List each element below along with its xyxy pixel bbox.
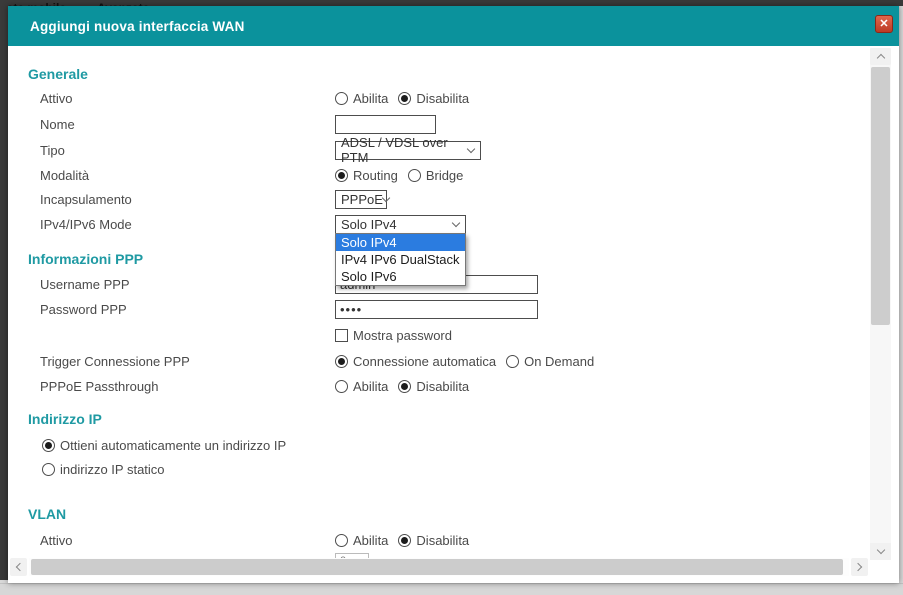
row-tipo: Tipo ADSL / VDSL over PTM (40, 135, 481, 165)
row-modalita: Modalità Routing Bridge (40, 165, 473, 185)
field-label: Attivo (40, 90, 73, 106)
radio-disabilita[interactable] (398, 91, 412, 105)
selected-value: PPPoE (341, 191, 383, 207)
radio-label: Disabilita (416, 532, 470, 548)
row-indirizzo-statico: indirizzo IP statico (42, 459, 175, 479)
close-button[interactable]: ✕ (875, 15, 893, 33)
dropdown-option-solo-ipv4[interactable]: Solo IPv4 (336, 234, 465, 251)
row-nome: Nome (40, 114, 436, 134)
field-label: Incapsulamento (40, 191, 132, 207)
row-attivo: Attivo Abilita Disabilita (40, 88, 479, 108)
radio-label: Routing (353, 167, 398, 183)
radio-bridge[interactable] (407, 168, 421, 182)
scroll-left-button[interactable] (10, 558, 27, 576)
radio-label: indirizzo IP statico (60, 461, 165, 477)
section-heading-vlan: VLAN (28, 506, 67, 522)
radio-label: Abilita (353, 90, 389, 106)
radio-disabilita[interactable] (398, 533, 412, 547)
row-ottieni-automaticamente: Ottieni automaticamente un indirizzo IP (42, 435, 296, 455)
section-heading-informazioni-ppp: Informazioni PPP (28, 251, 144, 267)
row-mostra-password: Mostra password (40, 325, 462, 345)
field-label: Trigger Connessione PPP (40, 353, 190, 369)
radio-abilita[interactable] (335, 379, 348, 393)
field-label: IPv4/IPv6 Mode (40, 216, 132, 232)
radio-abilita[interactable] (335, 533, 348, 547)
chevron-down-icon (466, 144, 476, 153)
radio-label: Abilita (353, 532, 389, 548)
selected-value: ADSL / VDSL over PTM (341, 135, 448, 165)
radio-ottieni-automaticamente[interactable] (42, 438, 55, 452)
field-label: PPPoE Passthrough (40, 378, 159, 394)
chevron-up-icon (876, 53, 885, 63)
radio-label: Bridge (425, 167, 464, 183)
background-bottom-edge (0, 583, 903, 595)
section-heading-generale: Generale (28, 66, 88, 82)
section-heading-indirizzo-ip: Indirizzo IP (28, 411, 102, 427)
radio-label: Connessione automatica (353, 353, 497, 369)
row-incapsulamento: Incapsulamento PPPoE (40, 189, 391, 209)
radio-label: On Demand (524, 353, 595, 369)
background-left-edge (0, 0, 8, 580)
radio-on-demand[interactable] (506, 354, 520, 368)
close-icon: ✕ (879, 17, 889, 30)
scroll-down-button[interactable] (870, 543, 891, 560)
chevron-down-icon (451, 218, 461, 227)
field-label: Nome (40, 116, 75, 132)
dropdown-option-dualstack[interactable]: IPv4 IPv6 DualStack (336, 251, 465, 268)
dialog-body: Generale Attivo Abilita Disabilita Nome … (8, 46, 899, 583)
radio-label: Disabilita (416, 90, 470, 106)
radio-disabilita[interactable] (398, 379, 412, 393)
ip-mode-dropdown-list: Solo IPv4 IPv4 IPv6 DualStack Solo IPv6 (335, 233, 466, 286)
chevron-right-icon (853, 562, 863, 572)
incapsulamento-select[interactable]: PPPoE (335, 189, 391, 209)
row-vlan-attivo: Attivo Abilita Disabilita (40, 530, 479, 550)
row-ipv4-ipv6-mode: IPv4/IPv6 Mode Solo IPv4 (40, 214, 466, 234)
scroll-right-button[interactable] (851, 558, 868, 576)
checkbox-label: Mostra password (353, 327, 452, 343)
ip-mode-select[interactable]: Solo IPv4 (335, 214, 466, 234)
field-label: Attivo (40, 532, 73, 548)
chevron-down-icon (876, 545, 885, 555)
vertical-scrollbar[interactable] (870, 48, 891, 560)
radio-label: Ottieni automaticamente un indirizzo IP (60, 437, 287, 453)
radio-label: Disabilita (416, 378, 470, 394)
dropdown-option-solo-ipv6[interactable]: Solo IPv6 (336, 268, 465, 285)
horizontal-scroll-thumb[interactable] (31, 559, 843, 575)
dialog-title: Aggiungi nuova interfaccia WAN (30, 18, 245, 34)
row-trigger-connessione: Trigger Connessione PPP Connessione auto… (40, 351, 604, 371)
nome-input[interactable] (335, 114, 436, 134)
show-password-checkbox[interactable] (335, 328, 348, 342)
row-pppoe-passthrough: PPPoE Passthrough Abilita Disabilita (40, 376, 479, 396)
password-ppp-input[interactable] (335, 299, 538, 319)
chevron-left-icon (15, 562, 25, 572)
add-wan-interface-dialog: Aggiungi nuova interfaccia WAN ✕ General… (8, 6, 899, 583)
radio-routing[interactable] (335, 168, 348, 182)
dialog-header: Aggiungi nuova interfaccia WAN ✕ (8, 6, 899, 46)
horizontal-scroll-track[interactable] (29, 558, 849, 576)
horizontal-scrollbar[interactable] (10, 558, 868, 576)
radio-connessione-automatica[interactable] (335, 354, 348, 368)
radio-indirizzo-statico[interactable] (42, 462, 55, 476)
radio-label: Abilita (353, 378, 389, 394)
vertical-scroll-thumb[interactable] (871, 67, 890, 325)
row-password-ppp: Password PPP (40, 299, 538, 319)
field-label: Tipo (40, 142, 65, 158)
selected-value: Solo IPv4 (341, 216, 397, 232)
radio-abilita[interactable] (335, 91, 348, 105)
scroll-up-button[interactable] (870, 48, 891, 65)
tipo-select[interactable]: ADSL / VDSL over PTM (335, 135, 481, 165)
field-label: Username PPP (40, 276, 130, 292)
field-label: Modalità (40, 167, 90, 183)
field-label: Password PPP (40, 301, 127, 317)
